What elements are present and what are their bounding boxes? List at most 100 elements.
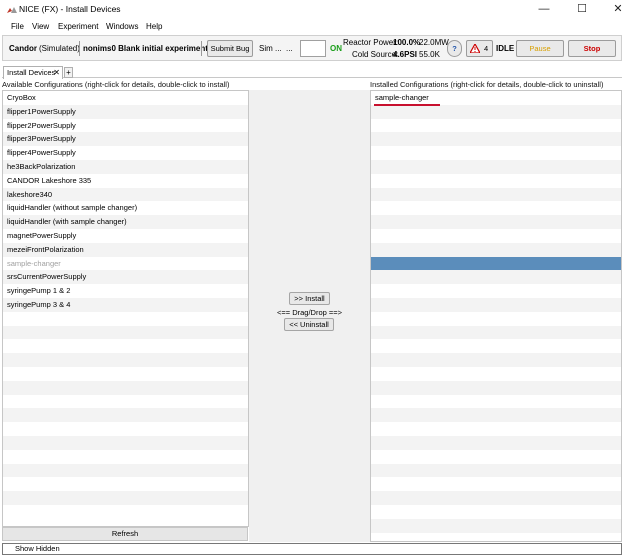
add-tab-button[interactable]: + (64, 67, 73, 78)
cold-source-k: 55.0K (419, 50, 440, 59)
separator (79, 41, 80, 56)
on-status: ON (330, 44, 342, 53)
empty-row (371, 104, 621, 119)
list-item[interactable]: flipper4PowerSupply (3, 146, 248, 160)
red-underline (374, 104, 440, 106)
empty-row (371, 491, 621, 505)
empty-row (3, 463, 248, 478)
menu-view[interactable]: View (32, 22, 49, 31)
experiment-name: nonims0 Blank initial experiment (83, 44, 208, 53)
empty-row (371, 380, 621, 395)
cold-source-value: 4.6PSI (393, 50, 418, 59)
empty-row (371, 119, 621, 133)
empty-row (371, 435, 621, 450)
empty-row (3, 325, 248, 340)
menu-file[interactable]: File (11, 22, 24, 31)
empty-row (371, 201, 621, 215)
empty-row (371, 463, 621, 478)
list-item[interactable]: mezeiFrontPolarization (3, 242, 248, 257)
list-item[interactable]: CANDOR Lakeshore 335 (3, 174, 248, 188)
alerts-button[interactable]: 4 (466, 40, 493, 57)
menu-windows[interactable]: Windows (106, 22, 138, 31)
uninstall-button[interactable]: << Uninstall (284, 318, 334, 331)
sim-input[interactable] (300, 40, 326, 57)
nice-logo-icon (7, 7, 17, 13)
list-item[interactable]: CryoBox (3, 91, 248, 105)
refresh-button[interactable]: Refresh (2, 527, 248, 541)
empty-row (3, 380, 248, 395)
title-bar: NICE (FX) - Install Devices — ☐ ✕ (0, 0, 624, 19)
instrument-mode: (Simulated) (39, 44, 80, 53)
empty-row (371, 312, 621, 326)
selected-row (371, 256, 621, 271)
available-header: Available Configurations (right-click fo… (2, 80, 230, 89)
stop-button[interactable]: Stop (568, 40, 616, 57)
list-item[interactable]: sample-changer (371, 91, 621, 105)
empty-row (371, 422, 621, 436)
close-window-button[interactable]: ✕ (598, 0, 624, 19)
help-icon[interactable]: ? (447, 40, 462, 57)
empty-row (3, 477, 248, 491)
list-item[interactable]: lakeshore340 (3, 187, 248, 202)
close-icon[interactable]: ✕ (53, 67, 60, 78)
instrument-name: Candor (9, 44, 37, 53)
empty-row (371, 229, 621, 243)
drag-drop-hint: <== Drag/Drop ==> (276, 308, 343, 317)
installed-configurations-list[interactable]: sample-changer (370, 90, 622, 542)
empty-row (3, 491, 248, 505)
submit-bug-button[interactable]: Submit Bug (207, 40, 253, 57)
menu-bar: File View Experiment Windows Help (0, 19, 624, 34)
empty-row (3, 353, 248, 367)
empty-row (3, 422, 248, 436)
menu-help[interactable]: Help (146, 22, 162, 31)
list-item[interactable]: syringePump 1 & 2 (3, 284, 248, 298)
pause-button[interactable]: Pause (516, 40, 564, 57)
reactor-power-mw: 22.0MW (419, 38, 449, 47)
sim-dots: ... (286, 44, 293, 53)
list-item[interactable]: srsCurrentPowerSupply (3, 270, 248, 285)
empty-row (371, 174, 621, 188)
list-item[interactable]: he3BackPolarization (3, 159, 248, 174)
minimize-button[interactable]: — (524, 0, 564, 19)
status-idle: IDLE (496, 44, 515, 53)
available-configurations-list[interactable]: CryoBox flipper1PowerSupply flipper2PowerS… (2, 90, 249, 527)
empty-row (3, 435, 248, 450)
tab-label: Install Devices (7, 68, 56, 77)
list-item[interactable]: magnetPowerSupply (3, 229, 248, 243)
empty-row (371, 339, 621, 353)
empty-row (371, 395, 621, 409)
install-button[interactable]: >> Install (289, 292, 330, 305)
tab-bar: Install Devices ✕ + (2, 64, 622, 79)
empty-row (371, 297, 621, 312)
menu-experiment[interactable]: Experiment (58, 22, 98, 31)
empty-row (371, 450, 621, 464)
list-item[interactable]: liquidHandler (with sample changer) (3, 215, 248, 229)
instrument-toolbar: Candor (Simulated) nonims0 Blank initial… (2, 35, 622, 61)
empty-row (371, 408, 621, 423)
list-item[interactable]: flipper1PowerSupply (3, 104, 248, 119)
empty-row (371, 132, 621, 147)
alert-count: 4 (484, 44, 489, 53)
empty-row (371, 284, 621, 298)
list-item[interactable]: flipper3PowerSupply (3, 132, 248, 147)
list-item[interactable]: sample-changer (3, 257, 248, 271)
empty-row (3, 367, 248, 381)
empty-row (371, 159, 621, 174)
tab-install-devices[interactable]: Install Devices ✕ (3, 66, 63, 79)
transfer-panel: >> Install <== Drag/Drop ==> << Uninstal… (249, 90, 370, 542)
list-item[interactable]: liquidHandler (without sample changer) (3, 201, 248, 215)
empty-row (371, 505, 621, 519)
list-item[interactable]: flipper2PowerSupply (3, 119, 248, 133)
cold-source-label: Cold Source: (352, 50, 399, 59)
empty-row (3, 450, 248, 464)
show-hidden-checkbox[interactable]: Show Hidden (2, 543, 622, 555)
empty-row (371, 146, 621, 160)
empty-row (3, 339, 248, 353)
maximize-button[interactable]: ☐ (562, 0, 602, 19)
empty-row (3, 312, 248, 326)
empty-row (371, 518, 621, 533)
installed-header: Installed Configurations (right-click fo… (370, 80, 604, 89)
list-item[interactable]: syringePump 3 & 4 (3, 297, 248, 312)
sim-label: Sim ... (259, 44, 282, 53)
window-title: NICE (FX) - Install Devices (19, 4, 121, 14)
